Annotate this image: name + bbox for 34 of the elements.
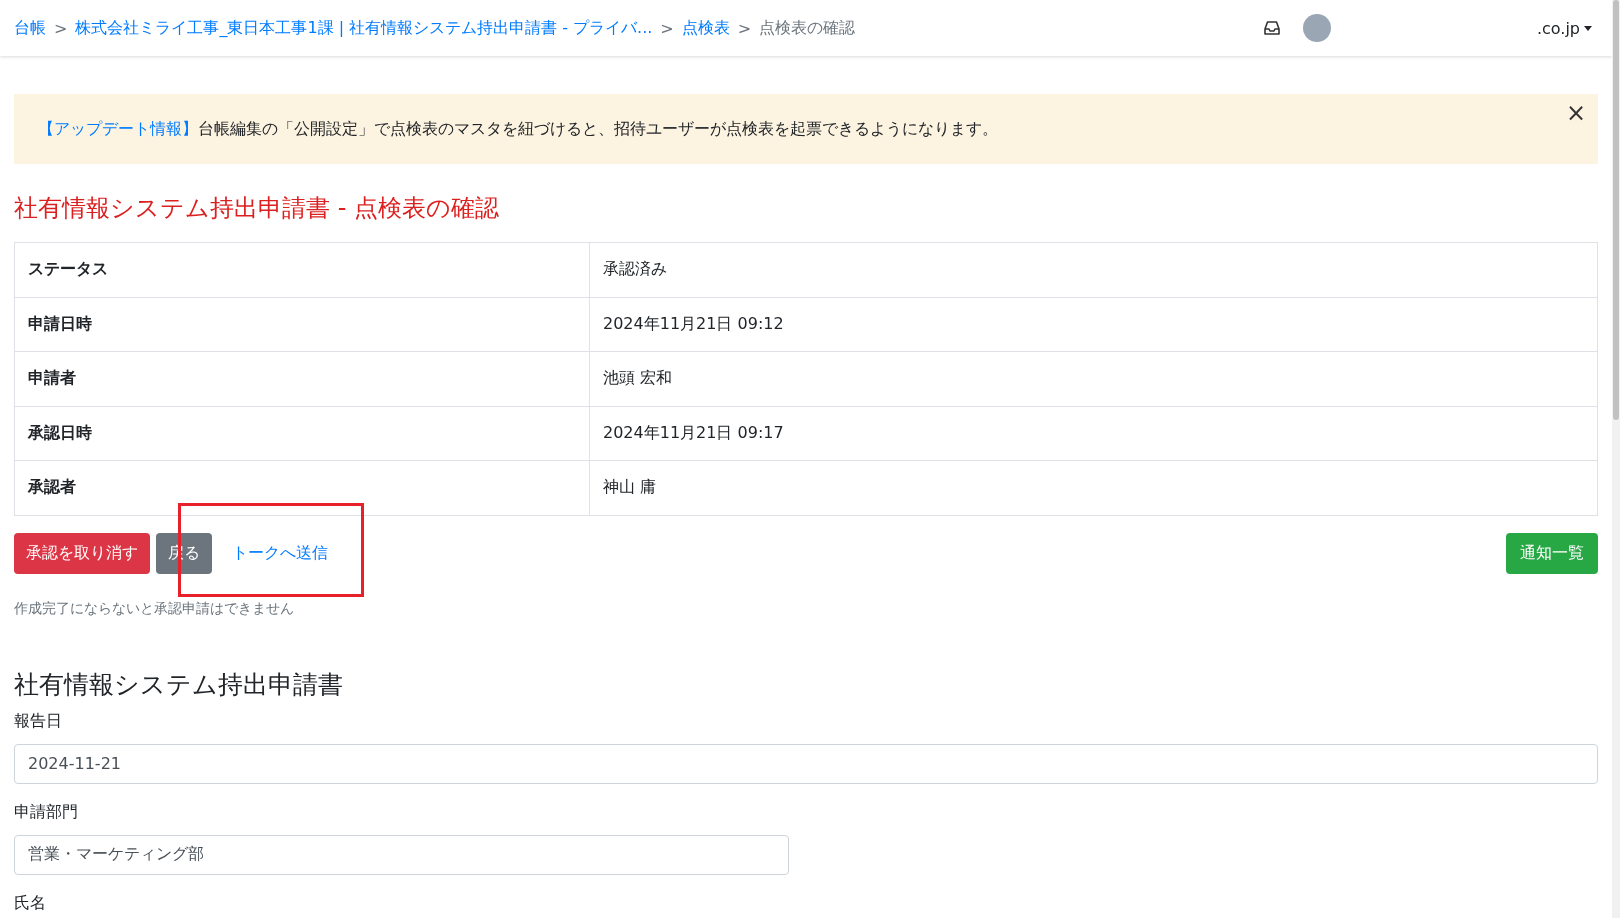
scrollbar[interactable] <box>1612 0 1620 918</box>
help-text: 作成完了にならないと承認申請はできません <box>14 599 295 618</box>
field-label: 報告日 <box>14 710 63 732</box>
inbox-icon[interactable] <box>1262 20 1281 36</box>
breadcrumb-link[interactable]: 台帳 <box>14 17 46 39</box>
table-cell: 申請日時 <box>14 297 590 352</box>
avatar[interactable] <box>1302 14 1331 42</box>
send-to-talk-link[interactable]: トークへ送信 <box>218 532 342 574</box>
table-cell: 承認日時 <box>14 406 590 461</box>
table-cell: 申請者 <box>14 351 590 406</box>
breadcrumb-link[interactable]: 株式会社ミライ工事_東日本工事1課 | 社有情報システム持出申請書 - プライバ... <box>75 17 653 39</box>
table-cell: 神山 庸 <box>589 460 1598 515</box>
table-cell: 池頭 宏和 <box>589 351 1598 406</box>
breadcrumb-current: 点検表の確認 <box>759 17 856 39</box>
table-cell: 2024年11月21日 09:12 <box>589 297 1598 352</box>
breadcrumb-link[interactable]: 点検表 <box>681 17 730 39</box>
cancel-approval-button[interactable]: 承認を取り消す <box>14 532 150 574</box>
table-cell: 2024年11月21日 09:17 <box>589 406 1598 461</box>
breadcrumb-separator: > <box>54 18 68 38</box>
close-button[interactable]: × <box>1559 98 1592 128</box>
breadcrumb-separator: > <box>660 18 674 38</box>
alert-message: 【アップデート情報】台帳編集の「公開設定」で点検表のマスタを紐づけると、招待ユーザーが点検表を起票できるようになります。 <box>38 118 999 140</box>
field-label: 氏名 <box>14 892 47 914</box>
input-field[interactable]: 営業・マーケティング部 <box>14 834 789 875</box>
table-cell: 承認者 <box>14 460 590 515</box>
field-label: 申請部門 <box>14 801 79 823</box>
account-dropdown[interactable]: .co.jp <box>1530 17 1598 39</box>
page-title: 社有情報システム持出申請書 - 点検表の確認 <box>14 193 500 224</box>
table-cell: 承認済み <box>589 242 1598 297</box>
form-title: 社有情報システム持出申請書 <box>14 668 344 701</box>
table-cell: ステータス <box>14 242 590 297</box>
input-field[interactable]: 2024-11-21 <box>14 743 1598 784</box>
breadcrumb-separator: > <box>737 18 752 38</box>
notification-list-button[interactable]: 通知一覧 <box>1506 532 1598 574</box>
